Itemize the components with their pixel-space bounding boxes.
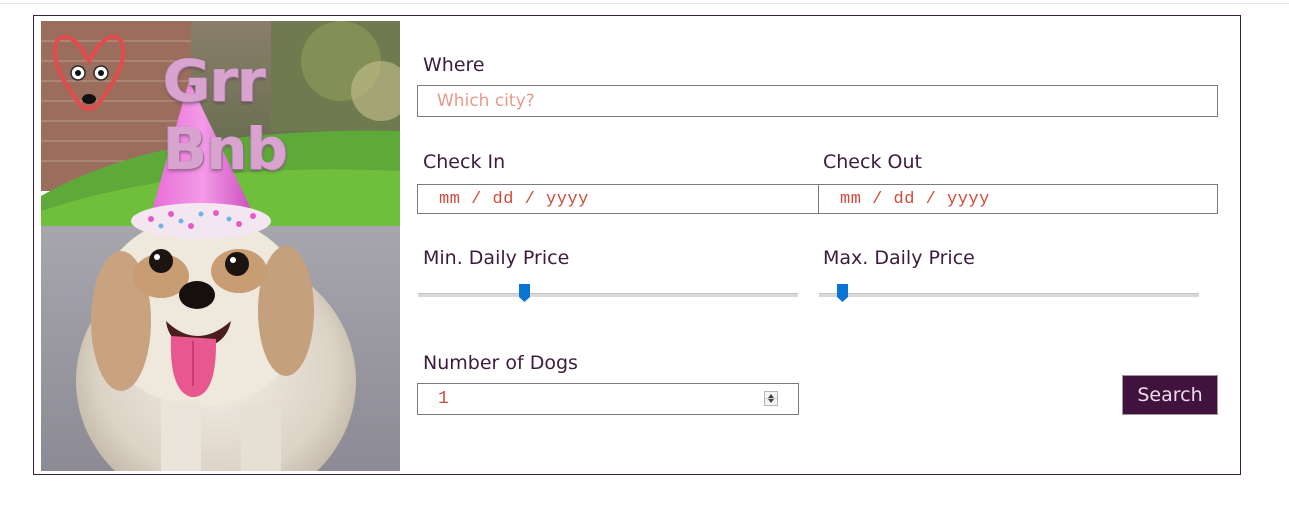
check-out-placeholder: mm / dd / yyyy — [840, 189, 990, 209]
top-divider — [0, 3, 1289, 4]
check-out-label: Check Out — [823, 151, 922, 173]
hero-image: Grr Bnb — [41, 21, 400, 471]
min-price-slider[interactable] — [418, 284, 798, 304]
number-stepper[interactable] — [764, 391, 778, 406]
check-out-date-input[interactable]: mm / dd / yyyy — [818, 184, 1218, 214]
min-price-track — [418, 293, 798, 297]
dogs-value: 1 — [438, 389, 449, 409]
max-price-thumb[interactable] — [836, 284, 848, 302]
brand-name: Grr Bnb — [163, 47, 288, 183]
stepper-down-icon[interactable] — [768, 399, 774, 403]
min-price-thumb[interactable] — [519, 284, 531, 302]
min-price-label: Min. Daily Price — [423, 247, 570, 269]
where-input[interactable]: Which city? — [417, 85, 1218, 117]
where-label: Where — [423, 54, 485, 76]
check-in-placeholder: mm / dd / yyyy — [439, 189, 589, 209]
check-in-date-input[interactable]: mm / dd / yyyy — [417, 184, 819, 214]
check-in-label: Check In — [423, 151, 506, 173]
max-price-label: Max. Daily Price — [823, 247, 975, 269]
where-placeholder: Which city? — [437, 91, 535, 111]
dogs-label: Number of Dogs — [423, 352, 578, 374]
search-panel: Grr Bnb Where Which city? Check In mm / … — [33, 15, 1241, 475]
dogs-number-input[interactable]: 1 — [417, 383, 799, 415]
max-price-track — [819, 293, 1199, 297]
search-button[interactable]: Search — [1122, 375, 1218, 415]
max-price-slider[interactable] — [819, 284, 1199, 304]
